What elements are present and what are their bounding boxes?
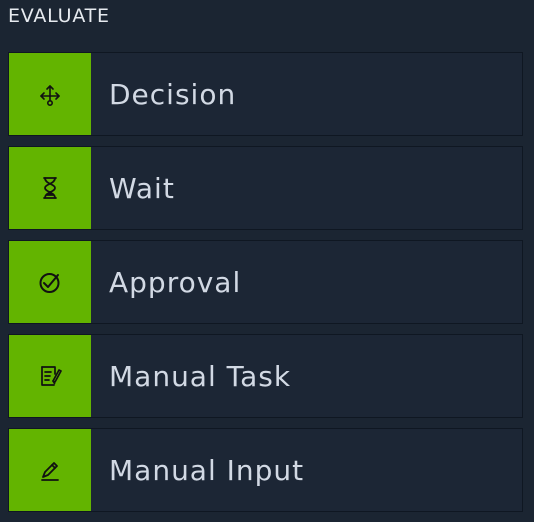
item-label-manual-task: Manual Task (109, 359, 292, 393)
item-decision[interactable]: Decision (8, 52, 523, 136)
item-label-approval: Approval (109, 265, 242, 299)
item-manual-task[interactable]: Manual Task (8, 334, 523, 418)
check-circle-icon (9, 241, 91, 323)
hourglass-icon (9, 147, 91, 229)
item-approval[interactable]: Approval (8, 240, 523, 324)
evaluate-item-list: Decision Wait Approval Manual Task Manua… (8, 52, 523, 522)
item-label-decision: Decision (109, 77, 237, 111)
item-label-wait: Wait (109, 171, 175, 205)
item-manual-input[interactable]: Manual Input (8, 428, 523, 512)
item-wait[interactable]: Wait (8, 146, 523, 230)
decision-icon (9, 53, 91, 135)
item-label-manual-input: Manual Input (109, 453, 305, 487)
manual-task-icon (9, 335, 91, 417)
pencil-icon (9, 429, 91, 511)
section-title: EVALUATE (8, 5, 110, 27)
